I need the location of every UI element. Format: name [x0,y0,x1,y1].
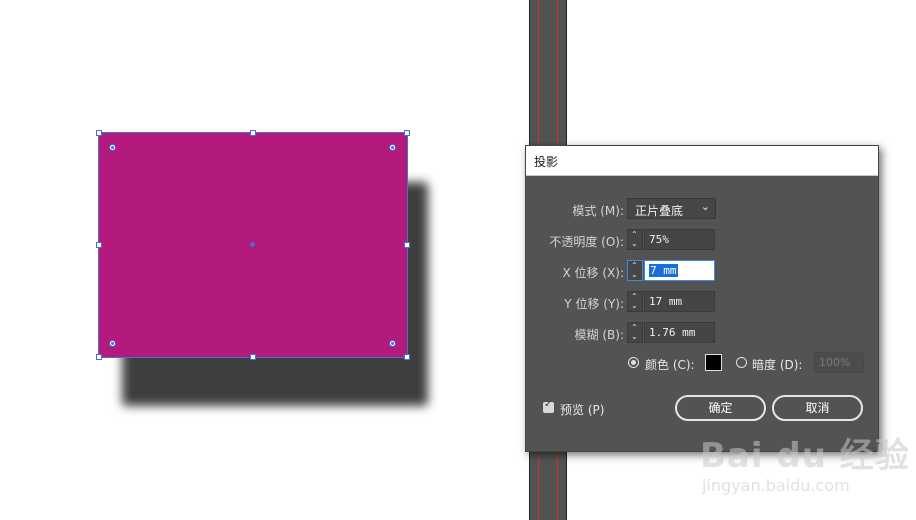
watermark: Bai du 经验 jingyan.baidu.com [700,428,910,495]
opacity-label: 不透明度 (O): [549,235,624,249]
y-offset-value: 17 mm [649,295,683,308]
dialog-title: 投影 [534,155,559,169]
resize-handle-top-left[interactable] [96,130,102,136]
chevron-down-icon[interactable]: ⌄ [631,240,638,248]
darkness-input: 100% [814,352,864,373]
color-radio-label[interactable]: 颜色 (C): [645,356,695,373]
blur-label: 模糊 (B): [574,328,624,342]
blend-mode-value: 正片叠底 [635,204,684,218]
ok-button[interactable]: 确定 [675,395,766,421]
resize-handle-left[interactable] [96,242,102,248]
opacity-stepper[interactable]: ⌃ ⌄ [627,229,643,250]
resize-handle-right[interactable] [404,242,410,248]
chevron-up-icon[interactable]: ⌃ [631,231,638,239]
center-point [250,242,255,247]
resize-handle-top-right[interactable] [404,130,410,136]
chevron-up-icon[interactable]: ⌃ [631,262,638,270]
drop-shadow-dialog: 投影 模式 (M): 正片叠底 ⌄ 不透明度 (O): ⌃ ⌄ 75% X 位移 … [525,145,879,452]
opacity-value: 75% [649,233,669,246]
blend-mode-select[interactable]: 正片叠底 ⌄ [627,198,716,219]
resize-handle-bottom-left[interactable] [96,354,102,360]
y-offset-input[interactable]: 17 mm [644,291,715,312]
preview-label[interactable]: 预览 (P) [560,401,604,418]
mode-label: 模式 (M): [572,204,624,218]
watermark-logo: Bai du 经验 [700,436,910,476]
darkness-radio-label[interactable]: 暗度 (D): [752,356,802,373]
darkness-value: 100% [819,356,851,369]
preview-checkbox[interactable] [543,399,554,413]
y-offset-label: Y 位移 (Y): [564,297,624,311]
corner-radius-widget[interactable] [109,144,116,151]
dialog-titlebar[interactable]: 投影 [526,146,878,176]
watermark-url: jingyan.baidu.com [702,476,850,495]
y-offset-stepper[interactable]: ⌃ ⌄ [627,291,643,312]
color-radio[interactable] [628,357,639,368]
x-offset-label: X 位移 (X): [562,266,624,280]
chevron-up-icon[interactable]: ⌃ [631,293,638,301]
blur-stepper[interactable]: ⌃ ⌄ [627,322,643,343]
resize-handle-top[interactable] [250,130,256,136]
corner-radius-widget[interactable] [389,144,396,151]
cancel-button[interactable]: 取消 [772,395,863,421]
x-offset-input[interactable]: 7 mm [644,260,715,281]
resize-handle-bottom[interactable] [250,354,256,360]
x-offset-value: 7 mm [649,264,678,277]
blur-value: 1.76 mm [649,326,696,339]
shadow-color-swatch[interactable] [705,354,722,371]
opacity-input[interactable]: 75% [644,229,715,250]
chevron-down-icon[interactable]: ⌄ [631,271,638,279]
corner-radius-widget[interactable] [109,340,116,347]
chevron-down-icon[interactable]: ⌄ [631,302,638,310]
darkness-radio[interactable] [736,357,747,368]
x-offset-stepper[interactable]: ⌃ ⌄ [627,260,643,281]
chevron-up-icon[interactable]: ⌃ [631,324,638,332]
chevron-down-icon[interactable]: ⌄ [631,333,638,341]
corner-radius-widget[interactable] [389,340,396,347]
resize-handle-bottom-right[interactable] [404,354,410,360]
chevron-down-icon: ⌄ [700,200,710,213]
blur-input[interactable]: 1.76 mm [644,322,715,343]
